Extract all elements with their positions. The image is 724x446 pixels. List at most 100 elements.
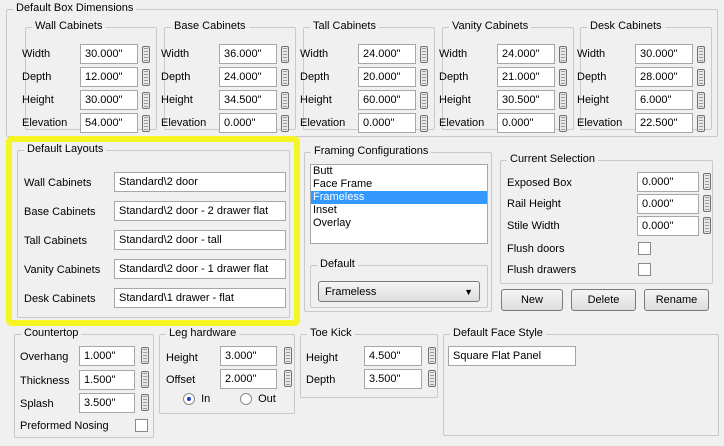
dimension-field[interactable]: 21.000": [497, 67, 555, 87]
leg-height-label: Height: [166, 352, 198, 364]
spinner-icon[interactable]: [559, 45, 567, 63]
flush-doors-checkbox[interactable]: [638, 242, 651, 255]
layout-field[interactable]: Standard\2 door - 1 drawer flat: [114, 259, 286, 279]
dimension-field[interactable]: 30.500": [497, 90, 555, 110]
spinner-icon[interactable]: [420, 45, 428, 63]
spinner-icon[interactable]: [142, 114, 150, 132]
dimension-field[interactable]: 6.000": [635, 90, 693, 110]
splash-field[interactable]: 3.500": [79, 393, 135, 413]
stile-width-spinner[interactable]: [703, 217, 711, 234]
dimension-field[interactable]: 22.500": [635, 113, 693, 133]
spinner-icon[interactable]: [281, 45, 289, 63]
toe-depth-field[interactable]: 3.500": [364, 369, 422, 389]
framing-list-item[interactable]: Butt: [311, 165, 487, 178]
rail-height-field[interactable]: 0.000": [637, 194, 699, 214]
splash-label: Splash: [20, 398, 54, 410]
toe-kick-title: Toe Kick: [307, 327, 355, 339]
spinner-icon[interactable]: [697, 45, 705, 63]
spinner-icon[interactable]: [697, 114, 705, 132]
leg-in-option[interactable]: In: [183, 393, 210, 406]
toe-height-field[interactable]: 4.500": [364, 346, 422, 366]
dimension-field[interactable]: 0.000": [358, 113, 416, 133]
spinner-icon[interactable]: [697, 91, 705, 109]
dimension-label: Depth: [300, 71, 330, 83]
leg-offset-field[interactable]: 2.000": [220, 369, 277, 389]
framing-list-item[interactable]: Overlay: [311, 217, 487, 230]
base-cabinets-dimension-title: Base Cabinets: [171, 20, 249, 32]
leg-offset-spinner[interactable]: [284, 370, 292, 387]
framing-listbox[interactable]: Butt Face Frame Frameless Inset Overlay: [310, 164, 488, 244]
layout-field[interactable]: Standard\2 door: [114, 172, 286, 192]
spinner-icon[interactable]: [281, 91, 289, 109]
thickness-field[interactable]: 1.500": [79, 370, 135, 390]
dimension-row: Width 36.000": [161, 43, 291, 65]
spinner-icon[interactable]: [559, 91, 567, 109]
layout-field[interactable]: Standard\1 drawer - flat: [114, 288, 286, 308]
thickness-spinner[interactable]: [141, 371, 149, 388]
exposed-box-field[interactable]: 0.000": [637, 172, 699, 192]
dimension-field[interactable]: 30.000": [80, 90, 138, 110]
dimension-field[interactable]: 24.000": [219, 67, 277, 87]
tall-cabinets-dimension-title: Tall Cabinets: [310, 20, 379, 32]
toe-height-spinner[interactable]: [428, 347, 436, 364]
leg-height-spinner[interactable]: [284, 347, 292, 364]
dimension-field[interactable]: 0.000": [219, 113, 277, 133]
dimension-field[interactable]: 24.000": [358, 44, 416, 64]
spinner-icon[interactable]: [420, 68, 428, 86]
spinner-icon[interactable]: [420, 91, 428, 109]
dimension-field[interactable]: 54.000": [80, 113, 138, 133]
dimension-label: Width: [439, 48, 468, 60]
spinner-icon[interactable]: [142, 68, 150, 86]
stile-width-field[interactable]: 0.000": [637, 216, 699, 236]
dimension-field[interactable]: 34.500": [219, 90, 277, 110]
framing-title: Framing Configurations: [311, 145, 432, 157]
dimension-label: Elevation: [300, 117, 346, 129]
overhang-label: Overhang: [20, 351, 69, 363]
spinner-icon[interactable]: [281, 68, 289, 86]
dimension-field[interactable]: 20.000": [358, 67, 416, 87]
spinner-icon[interactable]: [559, 114, 567, 132]
exposed-box-spinner[interactable]: [703, 173, 711, 190]
preformed-nosing-checkbox[interactable]: [135, 419, 148, 432]
dimension-field[interactable]: 30.000": [635, 44, 693, 64]
layout-field[interactable]: Standard\2 door - tall: [114, 230, 286, 250]
layout-field[interactable]: Standard\2 door - 2 drawer flat: [114, 201, 286, 221]
overhang-spinner[interactable]: [141, 347, 149, 364]
toe-depth-spinner[interactable]: [428, 370, 436, 387]
current-selection-title: Current Selection: [507, 153, 598, 165]
rename-button[interactable]: Rename: [644, 289, 709, 311]
spinner-icon[interactable]: [697, 68, 705, 86]
leg-out-option[interactable]: Out: [240, 393, 276, 406]
spinner-icon[interactable]: [559, 68, 567, 86]
dimension-field[interactable]: 36.000": [219, 44, 277, 64]
framing-list-item[interactable]: Frameless: [311, 191, 487, 204]
delete-button[interactable]: Delete: [571, 289, 636, 311]
out-radio-icon[interactable]: [240, 393, 252, 406]
splash-spinner[interactable]: [141, 394, 149, 411]
dimension-field[interactable]: 28.000": [635, 67, 693, 87]
dimension-field[interactable]: 12.000": [80, 67, 138, 87]
spinner-icon[interactable]: [420, 114, 428, 132]
face-style-field[interactable]: Square Flat Panel: [448, 346, 576, 366]
overhang-field[interactable]: 1.000": [79, 346, 135, 366]
spinner-icon[interactable]: [142, 45, 150, 63]
in-radio-icon[interactable]: [183, 393, 195, 406]
flush-drawers-checkbox[interactable]: [638, 263, 651, 276]
dimension-field[interactable]: 30.000": [80, 44, 138, 64]
framing-list-item[interactable]: Face Frame: [311, 178, 487, 191]
dimension-row: Height 30.000": [22, 89, 152, 111]
dimension-field[interactable]: 24.000": [497, 44, 555, 64]
spinner-icon[interactable]: [142, 91, 150, 109]
dimension-label: Elevation: [22, 117, 68, 129]
rail-height-spinner[interactable]: [703, 195, 711, 212]
leg-height-field[interactable]: 3.000": [220, 346, 277, 366]
dimension-field[interactable]: 60.000": [358, 90, 416, 110]
dimension-label: Height: [161, 94, 193, 106]
dimension-field[interactable]: 0.000": [497, 113, 555, 133]
new-button[interactable]: New: [501, 289, 563, 311]
dimension-row: Width 24.000": [439, 43, 569, 65]
framing-list-item[interactable]: Inset: [311, 204, 487, 217]
spinner-icon[interactable]: [281, 114, 289, 132]
face-style-title: Default Face Style: [450, 327, 546, 339]
framing-default-select[interactable]: Frameless ▼: [318, 281, 480, 302]
